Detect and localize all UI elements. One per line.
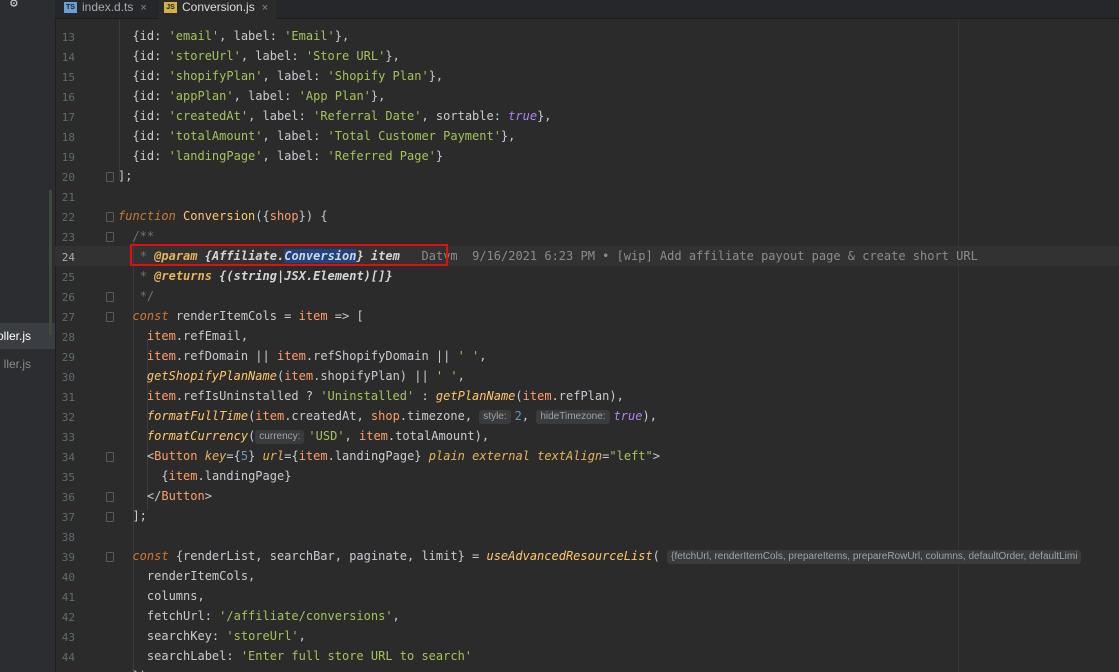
line-number: 33	[61, 431, 75, 444]
code-line: {id: 'totalAmount', label: 'Total Custom…	[132, 129, 516, 143]
code-line: columns,	[146, 589, 205, 603]
line-number: 16	[61, 91, 75, 104]
parameter-hint: currency:	[255, 430, 305, 444]
typescript-file-icon: TS	[64, 2, 77, 14]
line-number: 36	[61, 491, 75, 504]
git-blame-annotation: 9/16/2021 6:23 PM • [wip] Add affiliate …	[472, 249, 978, 263]
code-line: function Conversion({shop}) {	[118, 209, 328, 223]
highlight-annotation-box	[130, 244, 448, 266]
line-number: 41	[61, 591, 75, 604]
line-number: 27	[61, 311, 75, 324]
line-number: 34	[61, 451, 75, 464]
line-number: 37	[61, 511, 75, 524]
line-number: 18	[61, 131, 75, 144]
line-number: 35	[61, 471, 75, 484]
sidebar-file-item[interactable]: ller.js	[0, 351, 55, 377]
line-number: 15	[61, 71, 75, 84]
tab-label: Conversion.js	[182, 0, 255, 14]
parameter-hint: {fetchUrl, renderItemCols, prepareItems,…	[667, 550, 1082, 564]
code-line: /**	[132, 229, 155, 243]
line-number: 13	[61, 31, 75, 44]
code-line: item.refEmail,	[146, 329, 249, 343]
code-line: */	[139, 289, 155, 303]
tab-label: index.d.ts	[82, 0, 134, 14]
fold-marker[interactable]	[106, 232, 114, 242]
code-line: ];	[118, 169, 133, 183]
sidebar-scrollbar[interactable]	[49, 190, 52, 335]
code-editor[interactable]: {id: 'email', label: 'Email'}, {id: 'sto…	[118, 20, 1119, 672]
line-number: 17	[61, 111, 75, 124]
line-number: 22	[61, 211, 75, 224]
line-number: 43	[61, 631, 75, 644]
code-line: getShopifyPlanName(item.shopifyPlan) || …	[146, 369, 465, 383]
fold-marker[interactable]	[106, 492, 114, 502]
line-number: 30	[61, 371, 75, 384]
project-sidebar: ⚙ oller.js ller.js	[0, 0, 56, 672]
code-line: fetchUrl: '/affiliate/conversions',	[146, 609, 400, 623]
code-line: * @returns {(string|JSX.Element)[]}	[139, 269, 393, 283]
fold-marker[interactable]	[106, 172, 114, 182]
line-number: 32	[61, 411, 75, 424]
line-number: 23	[61, 231, 75, 244]
code-line: {id: 'createdAt', label: 'Referral Date'…	[132, 109, 552, 123]
fold-marker[interactable]	[106, 552, 114, 562]
editor-tab-bar: TS index.d.ts × JS Conversion.js ×	[55, 0, 1119, 20]
sidebar-file-item[interactable]: oller.js	[0, 323, 55, 349]
code-line: {id: 'landingPage', label: 'Referred Pag…	[132, 149, 444, 163]
code-line: <Button key={5} url={item.landingPage} p…	[146, 449, 660, 463]
code-line: {id: 'shopifyPlan', label: 'Shopify Plan…	[132, 69, 444, 83]
fold-marker[interactable]	[106, 512, 114, 522]
code-line: renderItemCols,	[146, 569, 256, 583]
fold-marker[interactable]	[106, 452, 114, 462]
parameter-hint: hideTimezone:	[536, 410, 610, 424]
code-line: {id: 'appPlan', label: 'App Plan'},	[132, 89, 386, 103]
line-number: 25	[61, 271, 75, 284]
line-number: 31	[61, 391, 75, 404]
gear-icon[interactable]: ⚙	[10, 0, 18, 11]
line-number: 26	[61, 291, 75, 304]
line-number: 40	[61, 571, 75, 584]
line-number: 44	[61, 651, 75, 664]
line-number: 39	[61, 551, 75, 564]
code-line: searchLabel: 'Enter full store URL to se…	[146, 649, 473, 663]
code-line: formatFullTime(item.createdAt, shop.time…	[146, 409, 657, 424]
code-line: </Button>	[146, 489, 212, 503]
code-line: item.refIsUninstalled ? 'Uninstalled' : …	[146, 389, 624, 403]
code-line: ];	[132, 509, 147, 523]
line-number: 29	[61, 351, 75, 364]
code-line: formatCurrency(currency: 'USD', item.tota…	[146, 429, 490, 444]
tab-index-d-ts[interactable]: TS index.d.ts ×	[64, 0, 147, 18]
code-line: const {renderList, searchBar, paginate, …	[118, 546, 1085, 566]
line-number: 42	[61, 611, 75, 624]
fold-marker[interactable]	[106, 212, 114, 222]
sidebar-file-label: ller.js	[3, 357, 31, 371]
code-line: })	[118, 666, 146, 672]
line-number: 28	[61, 331, 75, 344]
sidebar-file-label: oller.js	[0, 329, 31, 343]
close-icon[interactable]: ×	[140, 2, 146, 14]
code-line: {item.landingPage}	[161, 469, 292, 483]
fold-marker[interactable]	[106, 312, 114, 322]
line-number: 38	[61, 531, 75, 544]
tab-conversion-js[interactable]: JS Conversion.js ×	[159, 0, 277, 20]
line-number-current: 24	[61, 251, 75, 264]
code-line: searchKey: 'storeUrl',	[146, 629, 306, 643]
code-line: item.refDomain || item.refShopifyDomain …	[146, 349, 487, 363]
line-number: 20	[61, 171, 75, 184]
code-line: {id: 'storeUrl', label: 'Store URL'},	[132, 49, 400, 63]
line-number-gutter: 13 14 15 16 17 18 19 20 21 22 23 24 25 2…	[55, 20, 121, 672]
code-line: const renderItemCols = item => [	[132, 309, 364, 323]
line-number: 14	[61, 51, 75, 64]
close-icon[interactable]: ×	[262, 2, 268, 14]
parameter-hint: style:	[479, 410, 511, 424]
javascript-file-icon: JS	[164, 2, 177, 14]
fold-marker[interactable]	[106, 292, 114, 302]
line-number: 19	[61, 151, 75, 164]
code-line: {id: 'email', label: 'Email'},	[132, 29, 350, 43]
line-number: 21	[61, 191, 75, 204]
